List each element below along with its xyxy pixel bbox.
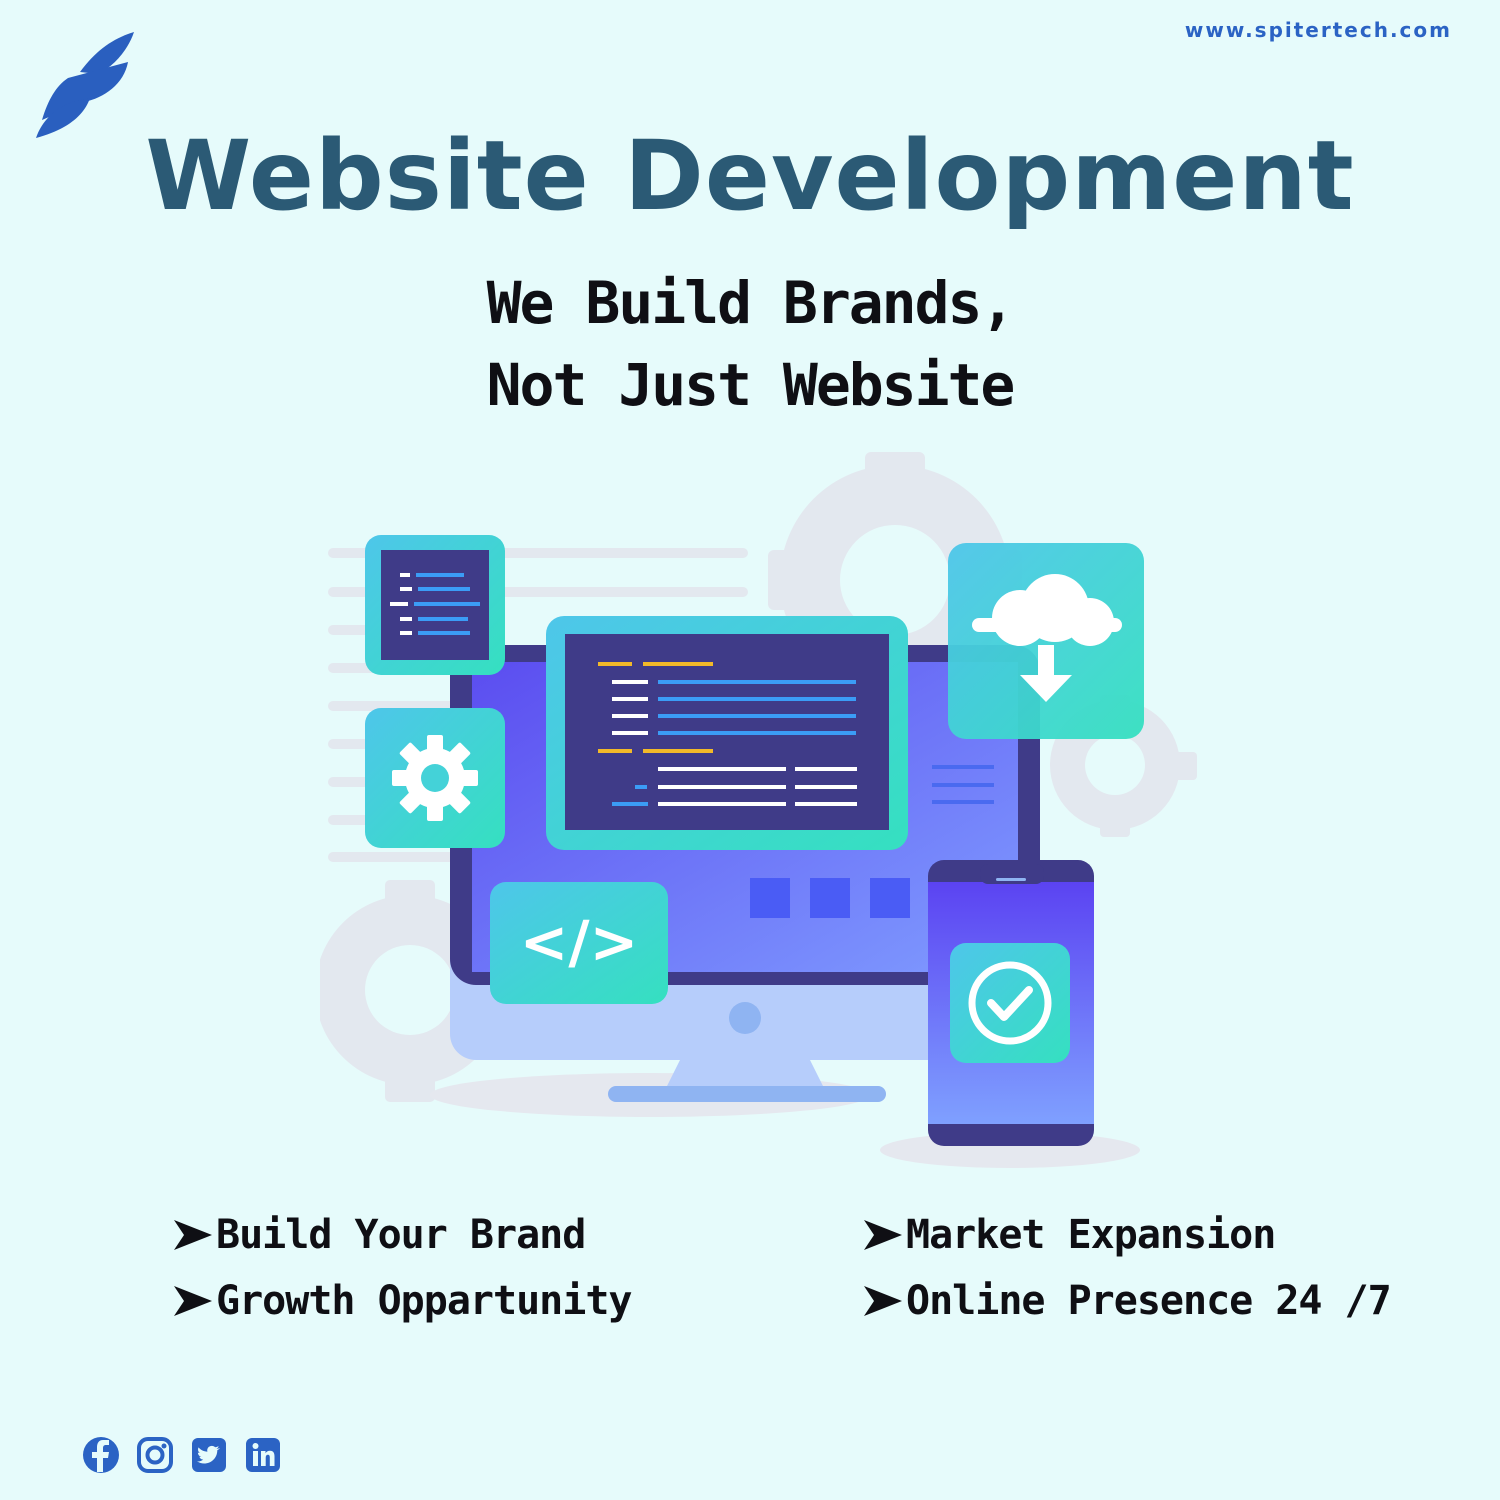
feature-label: Build Your Brand	[216, 1212, 586, 1258]
arrow-bullet-icon	[174, 1220, 212, 1250]
page-title: Website Development	[145, 120, 1355, 232]
feature-item: Growth Oppartunity	[172, 1278, 862, 1324]
website-url[interactable]: www.spitertech.com	[1185, 18, 1452, 42]
arrow-bullet-icon	[864, 1286, 902, 1316]
linkedin-icon[interactable]	[244, 1434, 282, 1476]
html-code-card: </>	[490, 882, 668, 1004]
tagline-line-1: We Build Brands,	[486, 269, 1016, 337]
settings-card	[365, 708, 505, 848]
smartphone	[928, 860, 1094, 1146]
web-development-illustration: </>	[320, 452, 1197, 1168]
feature-item: Market Expansion	[862, 1212, 1422, 1258]
social-links	[82, 1434, 282, 1476]
code-file-card	[365, 535, 505, 675]
facebook-icon[interactable]	[82, 1434, 120, 1476]
arrow-bullet-icon	[174, 1286, 212, 1316]
feature-list: Build Your Brand Market Expansion Growth…	[172, 1212, 1432, 1324]
tagline-line-2: Not Just Website	[486, 351, 1016, 419]
code-tag-icon: </>	[520, 908, 638, 976]
feature-label: Market Expansion	[906, 1212, 1276, 1258]
twitter-icon[interactable]	[190, 1434, 228, 1476]
arrow-bullet-icon	[864, 1220, 902, 1250]
feature-label: Online Presence 24 /7	[906, 1278, 1392, 1324]
cloud-download-card	[948, 543, 1144, 739]
tagline: We Build Brands, Not Just Website	[0, 262, 1500, 426]
code-editor-card	[546, 616, 908, 850]
feature-item: Online Presence 24 /7	[862, 1278, 1422, 1324]
feature-item: Build Your Brand	[172, 1212, 862, 1258]
instagram-icon[interactable]	[136, 1434, 174, 1476]
feature-label: Growth Oppartunity	[216, 1278, 632, 1324]
